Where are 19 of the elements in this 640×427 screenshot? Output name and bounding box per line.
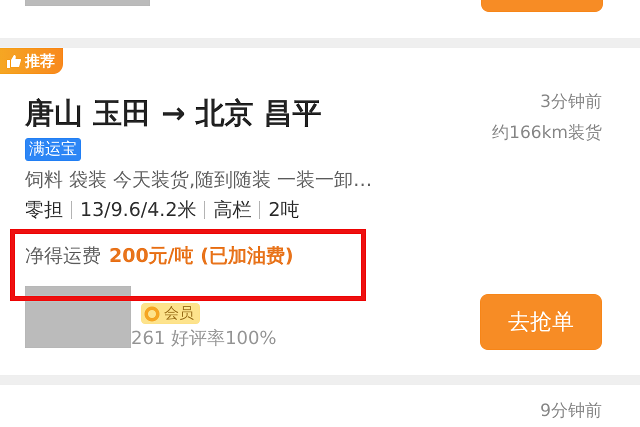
grab-order-button[interactable]: 去抢单: [480, 294, 602, 350]
spec-item: 零担: [25, 198, 63, 223]
rating-text: 261 好评率100%: [131, 328, 277, 350]
fee-label: 净得运费: [25, 244, 101, 269]
spec-item: 2吨: [268, 198, 300, 223]
spec-item: 高栏: [213, 198, 252, 223]
member-badge: 会员: [141, 303, 200, 324]
thumbs-up-icon: [7, 54, 21, 68]
fee-value: 200元/吨 (已加油费): [109, 244, 294, 269]
post-time: 3分钟前: [540, 91, 602, 113]
coin-icon: [144, 306, 160, 322]
route-title: 唐山 玉田 → 北京 昌平: [25, 95, 322, 132]
service-tag: 满运宝: [25, 138, 81, 161]
post-time: 9分钟前: [540, 400, 602, 423]
badge-label: 推荐: [25, 52, 55, 70]
grab-order-button[interactable]: [481, 0, 603, 12]
cargo-description: 饲料 袋装 今天装货,随到随装 一装一卸…: [25, 168, 372, 193]
spec-item: 13/9.6/4.2米: [80, 198, 196, 223]
loading-distance: 约166km装货: [492, 122, 602, 144]
